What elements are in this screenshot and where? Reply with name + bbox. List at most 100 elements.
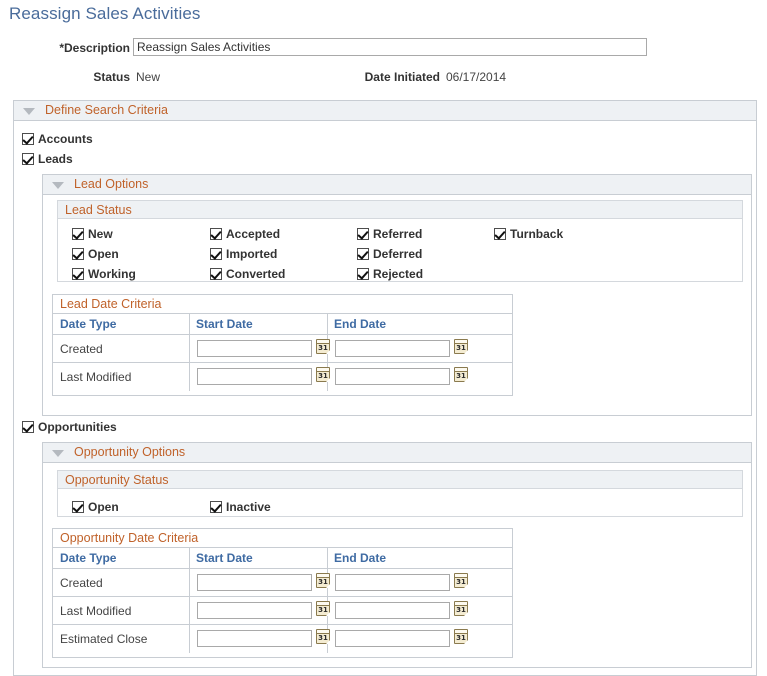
lead-date-criteria-head: Date Type Start Date End Date — [53, 314, 512, 335]
checkbox-lead-new[interactable] — [72, 228, 84, 240]
calendar-icon[interactable]: 31 — [316, 573, 330, 588]
triangle-down-icon[interactable] — [52, 182, 64, 189]
define-search-criteria-header[interactable]: Define Search Criteria — [13, 100, 757, 121]
checkbox-lead-imported-label: Imported — [226, 247, 278, 261]
checkbox-lead-referred[interactable] — [357, 228, 369, 240]
calendar-icon[interactable]: 31 — [454, 601, 468, 616]
checkbox-accounts-label: Accounts — [38, 132, 93, 146]
checkbox-lead-accepted-label: Accepted — [226, 227, 281, 241]
col-date-type: Date Type — [60, 551, 117, 565]
col-end-date: End Date — [334, 551, 387, 565]
start-date-input[interactable] — [197, 602, 312, 619]
define-search-criteria-title: Define Search Criteria — [45, 103, 168, 117]
column-divider — [189, 548, 190, 568]
opportunity-status-header: Opportunity Status — [57, 470, 743, 489]
row-label: Created — [60, 576, 103, 590]
checkbox-lead-turnback[interactable] — [494, 228, 506, 240]
calendar-icon[interactable]: 31 — [454, 367, 468, 382]
start-date-input[interactable] — [197, 630, 312, 647]
end-date-input[interactable] — [335, 340, 450, 357]
row-label: Created — [60, 342, 103, 356]
end-date-input[interactable] — [335, 630, 450, 647]
end-date-input[interactable] — [335, 368, 450, 385]
table-row: Created 31 31 — [53, 335, 512, 363]
column-divider — [327, 548, 328, 568]
checkbox-lead-working[interactable] — [72, 268, 84, 280]
calendar-icon[interactable]: 31 — [454, 339, 468, 354]
column-divider — [189, 625, 190, 653]
checkbox-opportunities[interactable] — [22, 421, 34, 433]
date-initiated-label: Date Initiated — [364, 70, 440, 84]
checkbox-lead-open-label: Open — [88, 247, 119, 261]
start-date-input[interactable] — [197, 340, 312, 357]
checkbox-lead-rejected-label: Rejected — [373, 267, 424, 281]
status-value: New — [136, 70, 161, 84]
date-initiated-value: 06/17/2014 — [446, 70, 507, 84]
checkbox-lead-converted-label: Converted — [226, 267, 286, 281]
lead-date-criteria-grid: Lead Date Criteria Date Type Start Date … — [52, 294, 513, 396]
opportunity-options-title: Opportunity Options — [74, 445, 186, 459]
triangle-down-icon[interactable] — [23, 108, 35, 115]
opportunity-status-body — [57, 489, 743, 517]
lead-options-header[interactable]: Lead Options — [42, 174, 752, 195]
column-divider — [327, 314, 328, 334]
checkbox-lead-accepted[interactable] — [210, 228, 222, 240]
checkbox-lead-deferred-label: Deferred — [373, 247, 423, 261]
start-date-input[interactable] — [197, 368, 312, 385]
calendar-icon[interactable]: 31 — [316, 367, 330, 382]
row-label: Last Modified — [60, 604, 132, 618]
checkbox-lead-open[interactable] — [72, 248, 84, 260]
page-title: Reassign Sales Activities — [9, 4, 201, 23]
table-row: Estimated Close 31 31 — [53, 625, 512, 653]
lead-options-title: Lead Options — [74, 177, 149, 191]
opportunity-date-criteria-grid: Opportunity Date Criteria Date Type Star… — [52, 528, 513, 658]
calendar-icon[interactable]: 31 — [454, 573, 468, 588]
start-date-input[interactable] — [197, 574, 312, 591]
col-start-date: Start Date — [196, 551, 253, 565]
checkbox-opportunity-inactive[interactable] — [210, 501, 222, 513]
calendar-icon[interactable]: 31 — [316, 601, 330, 616]
opportunity-date-criteria-title: Opportunity Date Criteria — [60, 531, 199, 545]
opportunity-date-criteria-head: Date Type Start Date End Date — [53, 548, 512, 569]
opportunity-options-header[interactable]: Opportunity Options — [42, 442, 752, 463]
checkbox-opportunity-open[interactable] — [72, 501, 84, 513]
opportunity-status-title: Opportunity Status — [65, 473, 169, 487]
lead-date-criteria-title: Lead Date Criteria — [60, 297, 162, 311]
calendar-icon[interactable]: 31 — [316, 339, 330, 354]
description-input[interactable] — [133, 38, 647, 56]
end-date-input[interactable] — [335, 602, 450, 619]
checkbox-lead-working-label: Working — [88, 267, 136, 281]
description-label: *Description — [59, 41, 130, 55]
column-divider — [189, 363, 190, 391]
checkbox-lead-referred-label: Referred — [373, 227, 423, 241]
col-start-date: Start Date — [196, 317, 253, 331]
checkbox-leads[interactable] — [22, 153, 34, 165]
table-row: Created 31 31 — [53, 569, 512, 597]
column-divider — [189, 314, 190, 334]
lead-date-criteria-title-bar: Lead Date Criteria — [53, 295, 512, 314]
table-row: Last Modified 31 31 — [53, 363, 512, 391]
checkbox-lead-rejected[interactable] — [357, 268, 369, 280]
checkbox-lead-deferred[interactable] — [357, 248, 369, 260]
row-label: Last Modified — [60, 370, 132, 384]
column-divider — [189, 335, 190, 362]
end-date-input[interactable] — [335, 574, 450, 591]
lead-status-title: Lead Status — [65, 203, 132, 217]
triangle-down-icon[interactable] — [52, 450, 64, 457]
reassign-sales-activities-page: Reassign Sales Activities *Description S… — [0, 0, 767, 676]
column-divider — [189, 597, 190, 624]
checkbox-lead-turnback-label: Turnback — [510, 227, 564, 241]
checkbox-lead-new-label: New — [88, 227, 113, 241]
status-label: Status — [93, 70, 130, 84]
checkbox-lead-converted[interactable] — [210, 268, 222, 280]
checkbox-accounts[interactable] — [22, 133, 34, 145]
checkbox-opportunities-label: Opportunities — [38, 420, 117, 434]
lead-status-header: Lead Status — [57, 200, 743, 219]
calendar-icon[interactable]: 31 — [316, 629, 330, 644]
table-row: Last Modified 31 31 — [53, 597, 512, 625]
column-divider — [189, 569, 190, 596]
checkbox-opportunity-inactive-label: Inactive — [226, 500, 271, 514]
calendar-icon[interactable]: 31 — [454, 629, 468, 644]
checkbox-lead-imported[interactable] — [210, 248, 222, 260]
opportunity-date-criteria-title-bar: Opportunity Date Criteria — [53, 529, 512, 548]
